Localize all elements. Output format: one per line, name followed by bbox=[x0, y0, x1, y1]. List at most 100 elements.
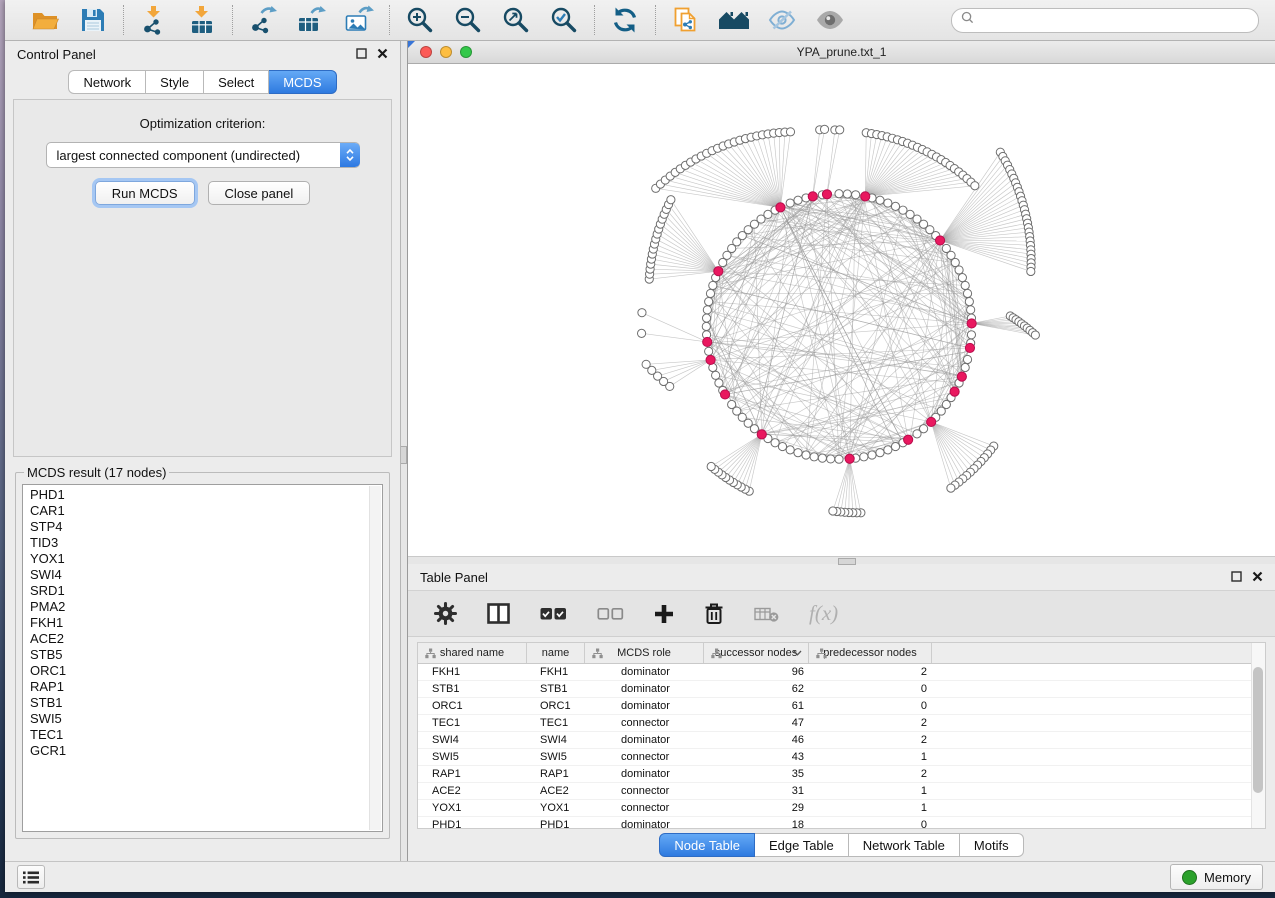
zoom-out-icon[interactable] bbox=[452, 4, 484, 36]
table-row[interactable]: PHD1PHD1dominator180 bbox=[418, 817, 1265, 829]
table-cell: 35 bbox=[704, 766, 809, 782]
task-history-button[interactable] bbox=[17, 865, 45, 889]
splitter-grip[interactable] bbox=[401, 446, 407, 464]
mcds-result-item[interactable]: PHD1 bbox=[30, 487, 382, 503]
export-image-icon[interactable] bbox=[343, 4, 375, 36]
scrollbar-thumb[interactable] bbox=[1253, 667, 1263, 793]
network-canvas[interactable] bbox=[408, 64, 1275, 556]
save-session-icon[interactable] bbox=[77, 4, 109, 36]
column-header-successor-nodes[interactable]: successor nodes bbox=[704, 643, 809, 663]
mcds-result-item[interactable]: SRD1 bbox=[30, 583, 382, 599]
criterion-dropdown[interactable]: largest connected component (undirected) bbox=[46, 142, 360, 168]
close-panel-icon[interactable] bbox=[1252, 570, 1263, 585]
show-eye-icon[interactable] bbox=[814, 4, 846, 36]
table-cell: YOX1 bbox=[418, 800, 527, 816]
open-file-icon[interactable] bbox=[29, 4, 61, 36]
mcds-result-list[interactable]: PHD1CAR1STP4TID3YOX1SWI4SRD1PMA2FKH1ACE2… bbox=[22, 484, 383, 832]
tab-mcds[interactable]: MCDS bbox=[269, 70, 336, 94]
mcds-result-item[interactable]: SWI5 bbox=[30, 711, 382, 727]
column-header-shared-name[interactable]: shared name bbox=[418, 643, 527, 663]
mcds-result-item[interactable]: GCR1 bbox=[30, 743, 382, 759]
table-row[interactable]: SWI5SWI5connector431 bbox=[418, 749, 1265, 766]
search-box[interactable] bbox=[951, 8, 1259, 33]
mcds-result-item[interactable]: FKH1 bbox=[30, 615, 382, 631]
zoom-fit-icon[interactable] bbox=[500, 4, 532, 36]
tab-node-table[interactable]: Node Table bbox=[659, 833, 755, 857]
tab-edge-table[interactable]: Edge Table bbox=[755, 833, 849, 857]
export-network-icon[interactable] bbox=[247, 4, 279, 36]
tab-style[interactable]: Style bbox=[146, 70, 204, 94]
mcds-result-item[interactable]: TEC1 bbox=[30, 727, 382, 743]
tab-label: Style bbox=[160, 75, 189, 90]
tab-network[interactable]: Network bbox=[68, 70, 146, 94]
table-cell: RAP1 bbox=[418, 766, 527, 782]
tab-network-table[interactable]: Network Table bbox=[849, 833, 960, 857]
column-header-mcds-role[interactable]: MCDS role bbox=[585, 643, 704, 663]
desktop-background: Control Panel NetworkStyleSelectMCDS Opt… bbox=[0, 0, 1275, 898]
mcds-result-item[interactable]: RAP1 bbox=[30, 679, 382, 695]
table-row[interactable]: ORC1ORC1dominator610 bbox=[418, 698, 1265, 715]
zoom-in-icon[interactable] bbox=[404, 4, 436, 36]
mcds-result-item[interactable]: STB1 bbox=[30, 695, 382, 711]
tab-motifs[interactable]: Motifs bbox=[960, 833, 1024, 857]
export-table-icon[interactable] bbox=[295, 4, 327, 36]
table-row[interactable]: FKH1FKH1dominator962 bbox=[418, 664, 1265, 681]
mcds-result-item[interactable]: STB5 bbox=[30, 647, 382, 663]
table-row[interactable]: SWI4SWI4dominator462 bbox=[418, 732, 1265, 749]
right-pane: YPA_prune.txt_1 Table Panel bbox=[407, 41, 1275, 861]
import-table-icon[interactable] bbox=[186, 4, 218, 36]
table-cell: dominator bbox=[585, 766, 704, 782]
mcds-result-item[interactable]: SWI4 bbox=[30, 567, 382, 583]
close-panel-icon[interactable] bbox=[377, 47, 388, 62]
window-minimize-button[interactable] bbox=[440, 46, 452, 58]
window-close-button[interactable] bbox=[420, 46, 432, 58]
vertical-splitter[interactable] bbox=[400, 41, 407, 861]
import-network-icon[interactable] bbox=[138, 4, 170, 36]
table-scrollbar[interactable] bbox=[1251, 643, 1265, 828]
search-input[interactable] bbox=[980, 12, 1249, 29]
add-column-icon[interactable] bbox=[654, 604, 674, 624]
neighbors-icon[interactable] bbox=[718, 4, 750, 36]
column-label: MCDS role bbox=[617, 647, 671, 659]
zoom-selected-icon[interactable] bbox=[548, 4, 580, 36]
float-panel-icon[interactable] bbox=[1231, 570, 1242, 585]
table-row[interactable]: ACE2ACE2connector311 bbox=[418, 783, 1265, 800]
mcds-result-item[interactable]: YOX1 bbox=[30, 551, 382, 567]
table-cell: ORC1 bbox=[527, 698, 585, 714]
duplicate-network-icon[interactable] bbox=[670, 4, 702, 36]
table-cell: dominator bbox=[585, 664, 704, 680]
select-all-columns-icon[interactable] bbox=[540, 607, 567, 621]
column-header-name[interactable]: name bbox=[527, 643, 585, 663]
delete-column-icon[interactable] bbox=[704, 602, 724, 625]
float-panel-icon[interactable] bbox=[356, 47, 367, 62]
table-row[interactable]: RAP1RAP1dominator352 bbox=[418, 766, 1265, 783]
horizontal-splitter[interactable] bbox=[408, 556, 1275, 564]
run-mcds-button[interactable]: Run MCDS bbox=[95, 181, 195, 205]
table-row[interactable]: STB1STB1dominator620 bbox=[418, 681, 1265, 698]
table-row[interactable]: TEC1TEC1connector472 bbox=[418, 715, 1265, 732]
tab-select[interactable]: Select bbox=[204, 70, 269, 94]
memory-button[interactable]: Memory bbox=[1170, 864, 1263, 890]
mcds-result-item[interactable]: CAR1 bbox=[30, 503, 382, 519]
table-cell: 43 bbox=[704, 749, 809, 765]
deselect-all-columns-icon[interactable] bbox=[597, 607, 624, 621]
hide-toggle-icon[interactable] bbox=[766, 4, 798, 36]
network-window-titlebar[interactable]: YPA_prune.txt_1 bbox=[408, 41, 1275, 64]
window-zoom-button[interactable] bbox=[460, 46, 472, 58]
mcds-result-item[interactable]: PMA2 bbox=[30, 599, 382, 615]
result-scrollbar[interactable] bbox=[369, 486, 381, 830]
table-cell: dominator bbox=[585, 681, 704, 697]
delete-table-icon bbox=[754, 606, 779, 622]
mcds-result-item[interactable]: TID3 bbox=[30, 535, 382, 551]
column-header-predecessor-nodes[interactable]: predecessor nodes bbox=[809, 643, 932, 663]
column-layout-icon[interactable] bbox=[487, 603, 510, 624]
network-graph[interactable] bbox=[408, 64, 1275, 556]
table-settings-icon[interactable] bbox=[434, 602, 457, 625]
close-panel-button[interactable]: Close panel bbox=[208, 181, 311, 205]
refresh-view-icon[interactable] bbox=[609, 4, 641, 36]
mcds-result-item[interactable]: STP4 bbox=[30, 519, 382, 535]
mcds-result-item[interactable]: ACE2 bbox=[30, 631, 382, 647]
table-row[interactable]: YOX1YOX1connector291 bbox=[418, 800, 1265, 817]
splitter-grip[interactable] bbox=[838, 558, 856, 565]
mcds-result-item[interactable]: ORC1 bbox=[30, 663, 382, 679]
